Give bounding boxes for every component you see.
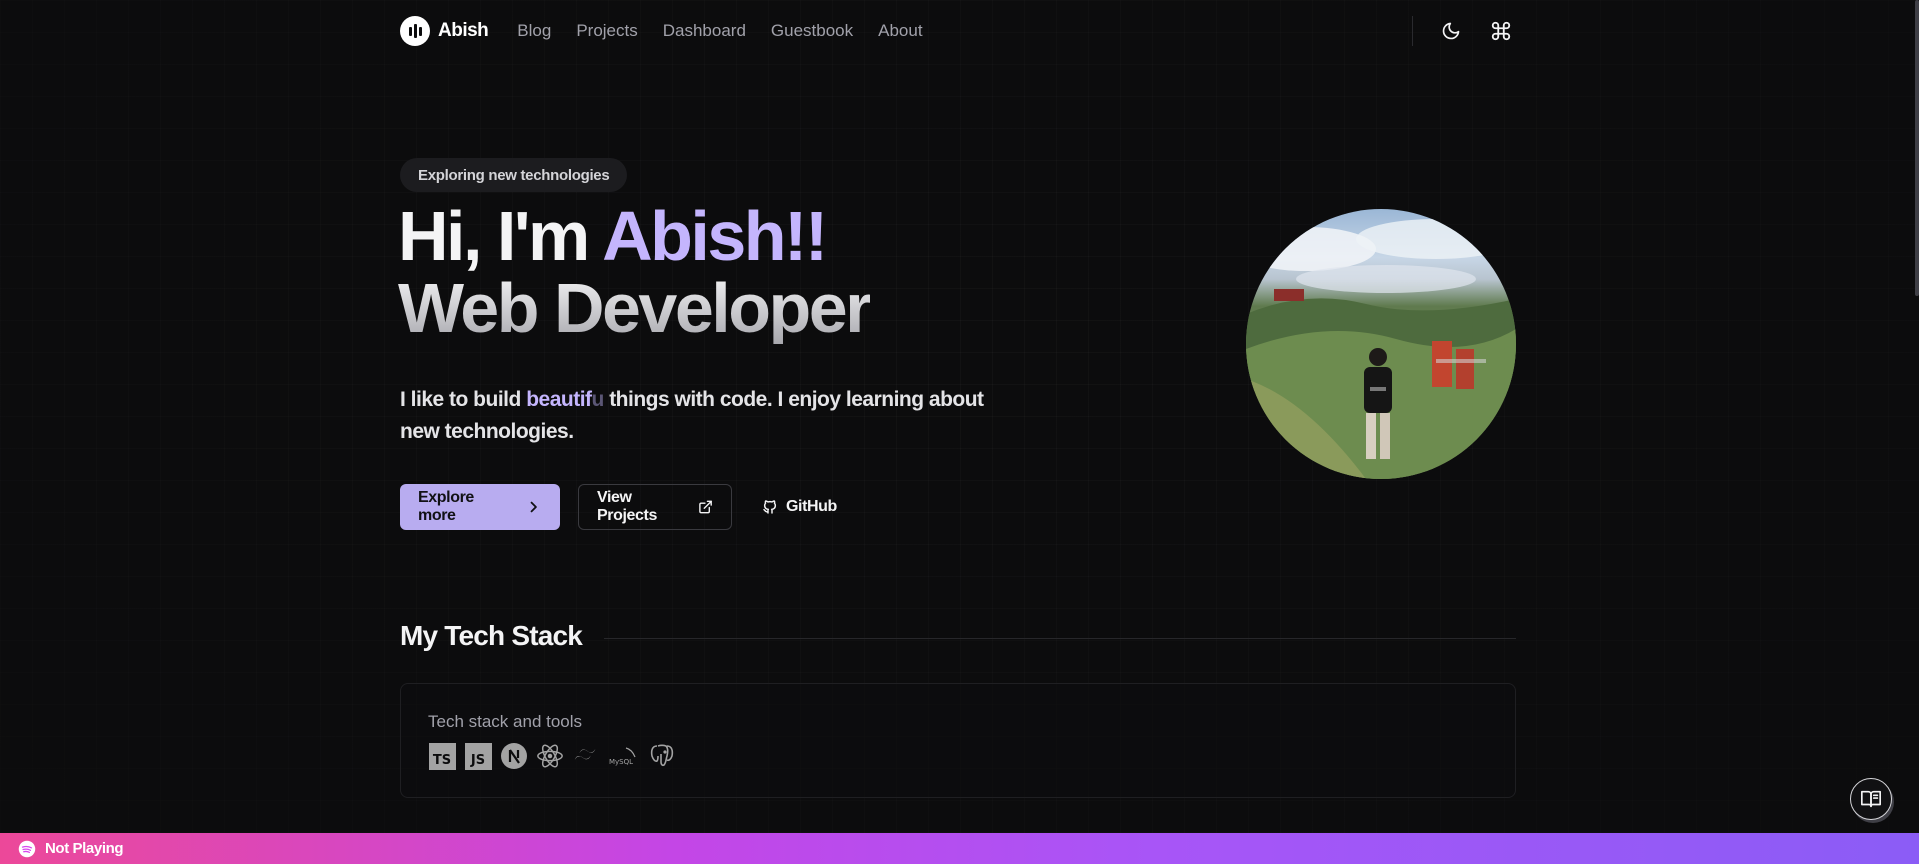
github-icon bbox=[763, 500, 777, 514]
nav-link-blog[interactable]: Blog bbox=[517, 21, 551, 41]
nextjs-icon bbox=[500, 742, 528, 770]
react-icon bbox=[536, 742, 564, 770]
reader-mode-button[interactable] bbox=[1850, 778, 1892, 820]
now-playing-bar[interactable]: Not Playing bbox=[0, 833, 1919, 864]
hero-role: Web Developer bbox=[398, 269, 872, 347]
profile-photo bbox=[1246, 209, 1516, 479]
external-link-icon bbox=[699, 500, 712, 514]
github-label: GitHub bbox=[786, 498, 837, 515]
postgresql-icon bbox=[648, 742, 676, 770]
view-projects-label: View Projects bbox=[597, 489, 657, 524]
nav-divider bbox=[1412, 16, 1413, 46]
hero-desc-typing: u bbox=[591, 388, 605, 411]
book-open-icon bbox=[1861, 790, 1881, 808]
nav-link-projects[interactable]: Projects bbox=[576, 21, 637, 41]
now-playing-status: Not Playing bbox=[45, 840, 124, 857]
hero-actions: Explore more View Projects GitHub bbox=[400, 484, 849, 530]
nav-link-guestbook[interactable]: Guestbook bbox=[771, 21, 853, 41]
logo-icon bbox=[400, 16, 430, 46]
profile-photo-illustration bbox=[1246, 219, 1516, 479]
hero-greeting: Hi, I'm bbox=[398, 197, 603, 275]
spotify-icon bbox=[18, 840, 36, 857]
view-projects-button[interactable]: View Projects bbox=[578, 484, 732, 530]
command-palette-button[interactable] bbox=[1487, 17, 1515, 45]
nav-link-about[interactable]: About bbox=[878, 21, 922, 41]
nav-link-dashboard[interactable]: Dashboard bbox=[663, 21, 746, 41]
nav-actions bbox=[1412, 16, 1515, 46]
hero-greeting-line: Hi, I'm Abish!! bbox=[398, 200, 870, 272]
hero-name: Abish!! bbox=[602, 197, 828, 275]
github-button[interactable]: GitHub bbox=[750, 484, 849, 530]
top-navigation: Abish Blog Projects Dashboard Guestbook … bbox=[400, 0, 1515, 62]
theme-toggle-button[interactable] bbox=[1437, 17, 1465, 45]
chevron-right-icon bbox=[530, 501, 537, 513]
tech-stack-title: My Tech Stack bbox=[400, 620, 583, 651]
tech-stack-label: Tech stack and tools bbox=[428, 712, 583, 731]
section-divider bbox=[604, 638, 1516, 639]
logo-link[interactable]: Abish bbox=[400, 16, 489, 46]
nav-links: Blog Projects Dashboard Guestbook About bbox=[517, 21, 922, 41]
mysql-icon-label: MySQL bbox=[609, 758, 633, 766]
javascript-icon: JS bbox=[464, 742, 492, 770]
moon-icon bbox=[1442, 22, 1460, 40]
explore-more-button[interactable]: Explore more bbox=[400, 484, 560, 530]
tech-stack-icons: TS JS MySQL bbox=[428, 742, 676, 770]
mysql-icon: MySQL bbox=[608, 742, 640, 770]
tailwind-icon bbox=[572, 742, 600, 770]
hero-desc-accent: beautif bbox=[526, 388, 592, 411]
hero-desc-before: I like to build bbox=[400, 388, 527, 411]
logo-text: Abish bbox=[438, 20, 489, 41]
typescript-icon: TS bbox=[428, 742, 456, 770]
scrollbar-thumb[interactable] bbox=[1915, 0, 1919, 296]
tech-stack-card: Tech stack and tools TS JS MySQL bbox=[400, 683, 1516, 798]
typescript-icon-label: TS bbox=[428, 742, 456, 770]
command-icon bbox=[1491, 21, 1511, 41]
javascript-icon-label: JS bbox=[464, 742, 492, 770]
hero-description: I like to build beautifu things with cod… bbox=[400, 384, 1020, 448]
status-badge: Exploring new technologies bbox=[400, 158, 628, 192]
explore-more-label: Explore more bbox=[418, 489, 474, 524]
hero-title: Hi, I'm Abish!! Web Developer bbox=[398, 200, 872, 347]
